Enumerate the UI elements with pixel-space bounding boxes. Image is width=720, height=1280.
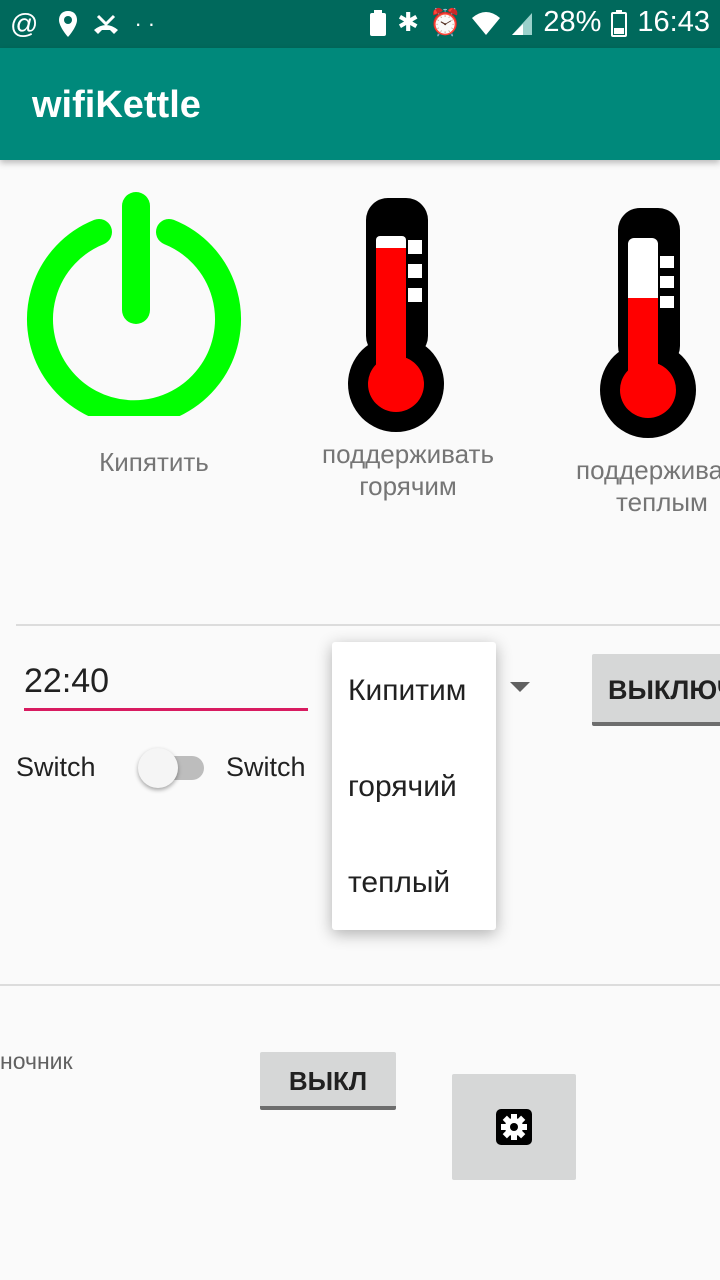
thermometer-hot-icon <box>348 198 444 432</box>
battery-icon <box>611 9 628 37</box>
app-bar: wifiKettle <box>0 48 720 160</box>
chevron-down-icon[interactable] <box>510 682 530 692</box>
mode-boil-label: Кипятить <box>99 447 209 477</box>
divider-bottom <box>0 984 720 986</box>
alarm-icon: ⏰ <box>429 7 462 37</box>
app-title: wifiKettle <box>32 84 201 126</box>
night-light-off-label: ВЫКЛ <box>288 1066 368 1096</box>
switch-left-label: Switch <box>16 752 96 782</box>
off-button[interactable]: ВЫКЛЮЧ <box>592 654 720 726</box>
at-icon: @ <box>10 8 45 39</box>
mode-boil[interactable] <box>24 186 244 486</box>
mode-keep-hot[interactable] <box>346 196 446 432</box>
battery-percent: 28% <box>543 6 602 38</box>
mode-keep-warm-label: поддерживать теплым <box>575 455 720 517</box>
wifi-icon <box>472 11 501 35</box>
power-icon <box>27 192 241 416</box>
location-pin-icon <box>59 11 78 37</box>
night-light-off-button[interactable]: ВЫКЛ <box>260 1052 396 1110</box>
battery-saver-icon <box>370 9 387 36</box>
thermometer-warm-icon <box>600 208 696 438</box>
mode-dropdown-popup: Кипитим горячий теплый <box>332 642 496 930</box>
dropdown-option-boil[interactable]: Кипитим <box>348 674 466 708</box>
divider-top <box>16 624 720 626</box>
signal-icon <box>512 12 533 35</box>
missed-call-icon <box>94 14 119 34</box>
bluetooth-icon: ✱ <box>397 7 419 37</box>
mode-keep-hot-label: поддерживать горячим <box>321 439 494 501</box>
switch-thumb <box>138 748 178 788</box>
gear-icon <box>496 1109 532 1145</box>
dropdown-option-warm[interactable]: теплый <box>348 866 450 900</box>
status-left-icons: @ ·· <box>10 8 161 40</box>
mode-keep-warm[interactable] <box>598 206 698 442</box>
status-bar: @ ·· ✱ ⏰ 28% 16:43 <box>0 0 720 48</box>
settings-button[interactable] <box>452 1074 576 1180</box>
switch-right-label: Switch <box>226 752 306 782</box>
time-input[interactable] <box>24 654 308 711</box>
night-light-label: ночник <box>0 1048 73 1074</box>
status-right-icons: ✱ ⏰ 28% 16:43 <box>369 6 710 39</box>
dropdown-option-hot[interactable]: горячий <box>348 770 457 804</box>
dots-icon: ·· <box>134 11 162 36</box>
clock: 16:43 <box>637 6 710 38</box>
off-button-label: ВЫКЛЮЧ <box>608 675 720 705</box>
